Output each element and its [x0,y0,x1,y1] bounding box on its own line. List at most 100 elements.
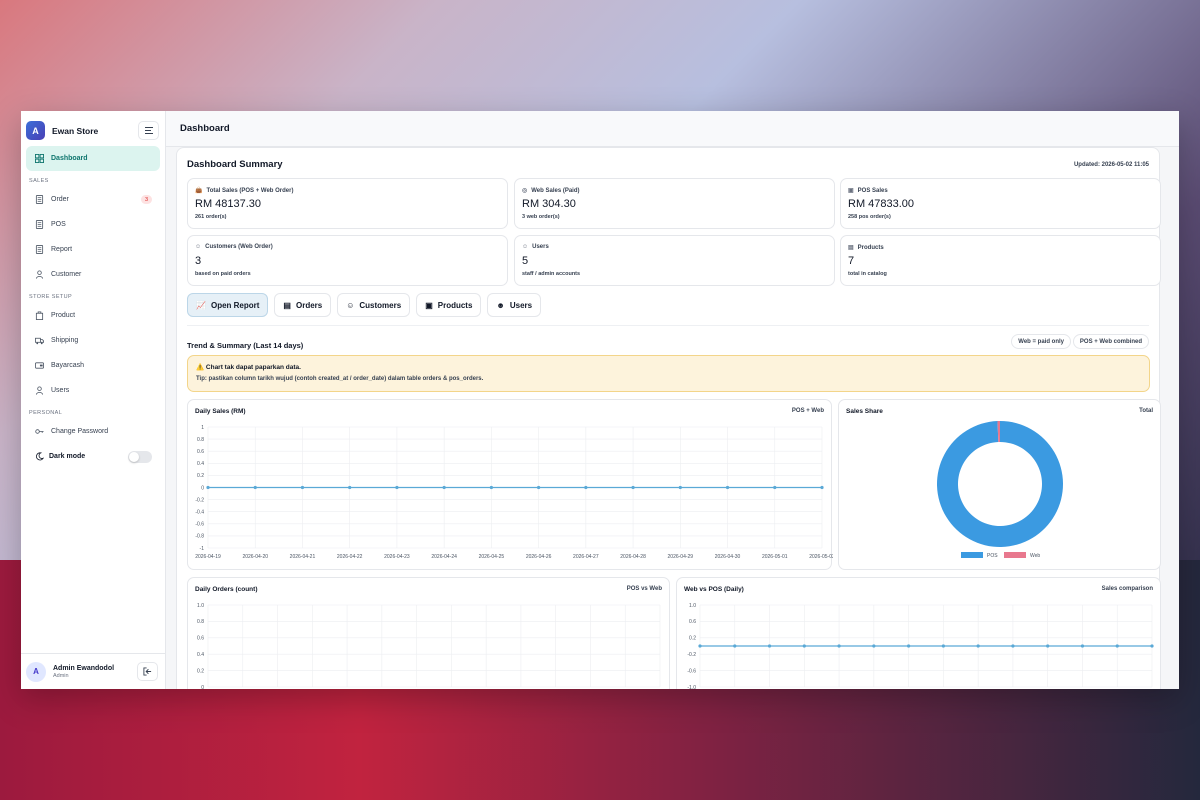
stat-sub: total in catalog [848,271,887,277]
data-point [872,644,876,648]
data-point [678,485,682,490]
data-point [1150,644,1154,648]
chart-daily-orders: Daily Orders (count) POS vs Web 1.0 0.8 0.… [187,577,670,689]
legend-swatch [1004,552,1026,558]
x-tick-label: 2026-04-28 [620,554,646,560]
y-tick-label: -0.2 [195,497,204,503]
data-point [537,485,541,490]
dark-mode-toggle[interactable] [128,450,152,463]
sidebar-item-report[interactable]: Report [26,237,160,262]
data-point [253,485,257,490]
bag-icon: 👜 [195,188,203,194]
data-point [802,644,806,648]
data-point [820,485,824,490]
dark-mode-label: Dark mode [49,453,86,460]
x-tick-label: 2026-04-27 [573,554,599,560]
receipt-icon [34,245,44,255]
grid-icon [34,154,44,164]
stat-sub: based on paid orders [195,271,251,277]
x-tick-label: 2026-04-20 [242,554,268,560]
x-tick-label: 2026-04-26 [526,554,552,560]
y-tick-label: 1 [201,425,204,431]
y-tick-label: 0.6 [197,449,204,455]
globe-icon: ◎ [522,188,528,194]
chart-icon: 📈 [196,300,206,310]
sidebar-item-label: Dashboard [51,155,88,162]
sidebar-item-label: Order [51,196,69,203]
legend-swatch [961,552,983,558]
data-point [1011,644,1015,648]
main-content: Dashboard Dashboard Summary Updated: 202… [166,111,1179,689]
tab-products[interactable]: ▣ Products [416,293,482,317]
chart-sales-share: Sales Share Total POS Web [838,399,1161,570]
warning-icon: ⚠️ [196,364,206,371]
y-tick-label: -0.8 [195,534,204,540]
sidebar-item-label: Bayarcash [51,362,85,369]
sidebar-item-users[interactable]: Users [26,378,160,403]
avatar: A [26,661,46,682]
brand-name: Ewan Store [52,125,99,136]
sidebar-item-order[interactable]: Order 3 [26,187,160,212]
y-tick-label: 0 [201,485,204,491]
sidebar-item-change-password[interactable]: Change Password [26,419,160,444]
logout-button[interactable] [137,662,158,681]
web-vs-pos-chart-svg: 1.0 0.6 0.2 -0.2 -0.6 -1.0 [687,603,1154,689]
data-point [584,485,588,490]
order-count-badge: 3 [141,195,152,204]
x-tick-label: 2026-05-02 [809,554,833,560]
x-tick-label: 2026-04-21 [290,554,316,560]
receipt-icon [34,195,44,205]
sidebar-item-bayarcash[interactable]: Bayarcash [26,353,160,378]
section-label-personal: PERSONAL [29,410,63,416]
stat-label: Users [532,244,549,250]
daily-sales-chart-svg: 1 0.8 0.6 0.4 0.2 0 -0.2 -0.4 -0.6 -0.8 -1 2026-04-… [195,425,833,560]
tab-users[interactable]: ☻ Users [487,293,542,317]
user-profile: A Admin Ewandodol Admin [21,653,166,689]
stat-card-total-sales: 👜 Total Sales (POS + Web Order) RM 48137.… [187,178,508,229]
sidebar-item-pos[interactable]: POS [26,212,160,237]
y-tick-label: 0.4 [197,461,204,467]
y-tick-label: -0.6 [687,668,696,674]
legend-label: Web [1030,553,1040,559]
sidebar-item-customer[interactable]: Customer [26,262,160,287]
tab-open-report[interactable]: 📈 Open Report [187,293,269,317]
tab-orders[interactable]: ▤ Orders [274,293,332,317]
user-icon [34,386,44,396]
stat-value: RM 48137.30 [195,198,262,210]
sidebar-item-shipping[interactable]: Shipping [26,328,160,353]
x-tick-label: 2026-04-19 [195,554,221,560]
stat-label: Total Sales (POS + Web Order) [206,187,294,194]
chart-warning: ⚠️ Chart tak dapat paparkan data. Tip: p… [187,355,1150,392]
stat-value: RM 304.30 [522,198,576,210]
sidebar-item-label: Customer [51,271,82,278]
menu-toggle-button[interactable] [138,121,159,140]
y-tick-label: -0.4 [195,510,204,516]
page-title: Dashboard [180,123,230,134]
user-name: Admin Ewandodol [53,664,115,672]
data-point [773,485,777,490]
sidebar-item-label: Change Password [51,428,109,435]
boxes-icon: ▤ [848,245,854,251]
data-point [1080,644,1085,648]
section-label-store-setup: STORE SETUP [29,294,73,300]
stat-card-users: ☺ Users 5 staff / admin accounts [514,235,835,286]
sidebar-item-dashboard[interactable]: Dashboard [26,146,160,171]
warning-title: Chart tak dapat paparkan data. [205,364,301,371]
data-point [733,644,737,648]
dark-mode-row: Dark mode [26,444,160,469]
section-label-sales: SALES [29,178,49,184]
sidebar-item-product[interactable]: Product [26,303,160,328]
tab-customers[interactable]: ☺ Customers [337,293,411,317]
stat-value: 7 [848,255,855,267]
y-tick-label: 0.4 [197,652,204,658]
stat-label: POS Sales [857,187,888,194]
stat-value: 5 [522,255,529,267]
divider [187,325,1149,326]
chart-daily-sales: Daily Sales (RM) POS + Web 1 0.8 0.6 0.4 0.2… [187,399,833,570]
y-tick-label: 0.8 [197,619,204,625]
y-tick-label: 1.0 [689,603,696,609]
stat-sub: 3 web order(s) [522,214,560,220]
app-window: A Ewan Store Dashboard SALES Order 3 POS [21,111,1179,689]
brand-logo: A [26,121,45,140]
stat-label: Products [857,244,884,251]
